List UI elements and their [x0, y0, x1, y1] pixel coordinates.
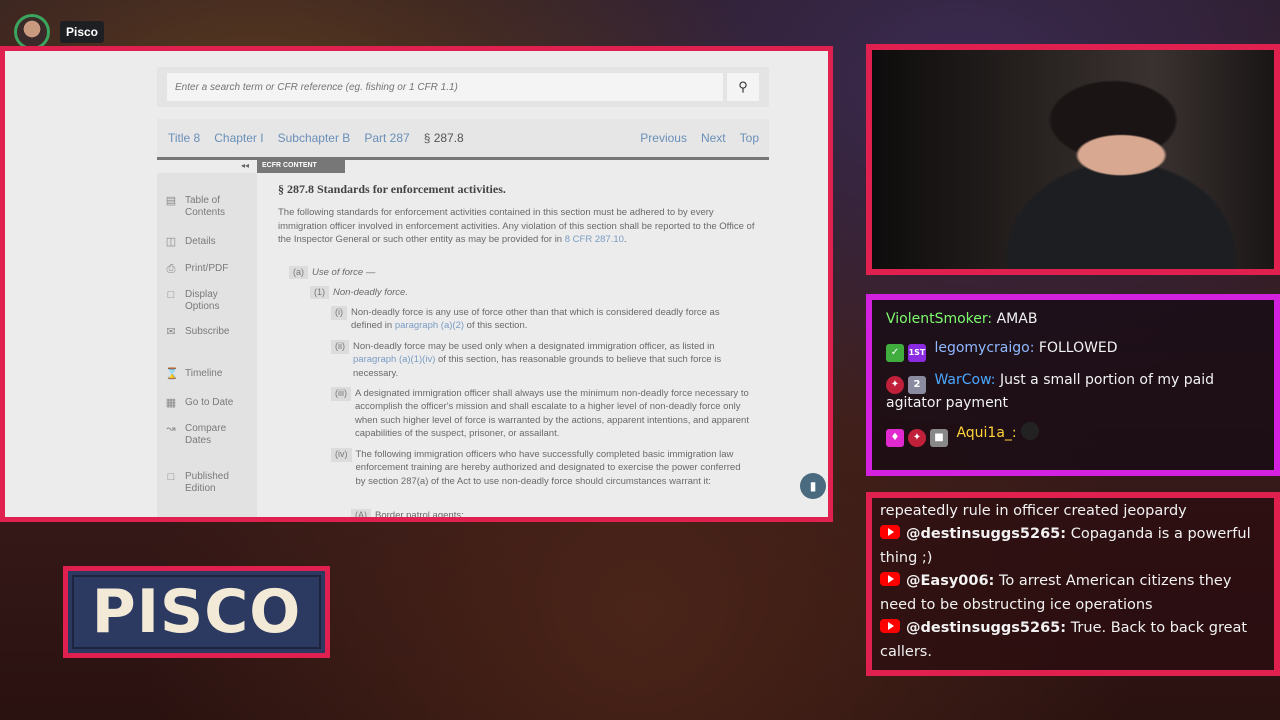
printer-icon: ⎙ [166, 263, 176, 275]
section-title: § 287.8 Standards for enforcement activi… [278, 182, 506, 196]
cfr-link[interactable]: 8 CFR 287.10 [565, 234, 624, 245]
sidebar: ▤ Table of Contents ◫ Details ⎙ Print/PD… [157, 173, 257, 517]
chat-message: ♦ ✦ ■ Aqui1a_: [886, 422, 1260, 448]
breadcrumb-title[interactable]: Title 8 [168, 131, 200, 145]
sidebar-item-label: Timeline [185, 368, 223, 379]
chat-help-button[interactable]: ▮ [800, 473, 826, 499]
chat-username: @Easy006 [906, 573, 989, 590]
youtube-icon [880, 572, 900, 587]
book-icon: ▤ [165, 195, 177, 207]
sidebar-item-label: Compare Dates [185, 423, 227, 446]
paragraph-link[interactable]: paragraph (a)(1)(iv) [353, 354, 435, 365]
paragraph-a1-iv: (iv) The following immigration officers … [331, 448, 751, 488]
chat-message: ✓ 1ST legomycraigo: FOLLOWED [886, 339, 1260, 362]
chat-message: @destinsuggs5265: True. Back to back gre… [880, 619, 1248, 660]
twitch-chat: ViolentSmoker: AMAB ✓ 1ST legomycraigo: F… [866, 294, 1280, 476]
sidebar-item-label: Go to Date [185, 397, 234, 408]
sidebar-item-print[interactable]: ⎙ Print/PDF [165, 263, 229, 276]
sidebar-item-display-options[interactable]: □ Display Options [165, 289, 235, 312]
chat-icon: ▮ [809, 479, 817, 493]
hype-badge-icon: ✦ [908, 429, 926, 448]
sidebar-item-published-edition[interactable]: □ Published Edition [165, 471, 235, 494]
paragraph-a1: (1) Non-deadly force. [310, 286, 750, 299]
search-bar: ⚲ [157, 67, 769, 107]
chat-message-partial: repeatedly rule in officer created jeopa… [880, 503, 1187, 519]
chat-username: Aqui1a_ [956, 425, 1012, 442]
chat-text: AMAB [996, 311, 1038, 327]
gem-badge-icon: ♦ [886, 429, 904, 448]
sidebar-item-label: Print/PDF [185, 263, 229, 274]
breadcrumb-part[interactable]: Part 287 [364, 131, 409, 145]
top-link[interactable]: Top [740, 131, 759, 145]
published-icon: □ [167, 471, 175, 483]
sub-badge-icon: ■ [930, 429, 948, 448]
paragraph-a1-iii: (iii) A designated immigration officer s… [331, 387, 751, 441]
chat-username: @destinsuggs5265 [906, 620, 1061, 637]
search-input[interactable] [167, 73, 723, 101]
ecfr-content-tab: ECFR CONTENT [257, 160, 345, 173]
search-button[interactable]: ⚲ [727, 73, 759, 101]
collapse-sidebar-icon[interactable]: ◂◂ [241, 161, 249, 170]
logo-text: PISCO [91, 577, 302, 647]
sidebar-item-go-to-date[interactable]: ▦ Go to Date [165, 397, 234, 410]
sidebar-item-label: Table of Contents [185, 195, 226, 218]
youtube-icon [880, 525, 900, 540]
paragraph-a1-iv-A: (A) Border patrol agents; [351, 509, 751, 517]
first-badge-icon: 1ST [908, 343, 926, 362]
youtube-icon [880, 619, 900, 634]
paragraph-a1-i: (i) Non-deadly force is any use of force… [331, 306, 751, 333]
voice-username: Pisco [60, 21, 105, 43]
calendar-icon: ▦ [165, 397, 177, 409]
next-link[interactable]: Next [701, 131, 726, 145]
sidebar-item-label: Details [185, 236, 216, 247]
breadcrumb-current: § 287.8 [423, 131, 464, 145]
voice-user-pisco: Pisco [14, 14, 105, 50]
paragraph-a1-ii: (ii) Non-deadly force may be used only w… [331, 340, 751, 380]
hourglass-icon: ⌛ [165, 368, 179, 380]
mail-icon: ✉ [166, 326, 176, 338]
sidebar-item-compare-dates[interactable]: ↝ Compare Dates [165, 423, 235, 446]
streamer-logo: PISCO [63, 566, 330, 658]
search-icon: ⚲ [738, 79, 748, 94]
webcam-feed [866, 44, 1280, 275]
details-icon: ◫ [165, 236, 177, 248]
chat-text: FOLLOWED [1038, 339, 1118, 356]
breadcrumb-chapter[interactable]: Chapter I [214, 131, 263, 145]
chat-username: WarCow [934, 371, 991, 388]
compare-icon: ↝ [166, 423, 176, 435]
chat-username: legomycraigo [934, 339, 1030, 356]
sidebar-item-label: Subscribe [185, 326, 230, 337]
chat-message: ViolentSmoker: AMAB [886, 311, 1038, 327]
verified-badge-icon: ✓ [886, 343, 904, 362]
chat-message: ✦ 2 WarCow: Just a small portion of my pa… [886, 371, 1214, 411]
document-icon: □ [167, 289, 175, 301]
sidebar-item-subscribe[interactable]: ✉ Subscribe [165, 326, 229, 339]
breadcrumb-subchapter[interactable]: Subchapter B [278, 131, 351, 145]
sidebar-item-timeline[interactable]: ⌛ Timeline [165, 368, 222, 381]
regulation-content: § 287.8 Standards for enforcement activi… [267, 181, 763, 246]
paragraph-link[interactable]: paragraph (a)(2) [395, 320, 464, 331]
chat-message: @Easy006: To arrest American citizens th… [880, 572, 1232, 613]
sidebar-item-label: Display Options [185, 289, 220, 312]
youtube-chat: repeatedly rule in officer created jeopa… [866, 492, 1280, 676]
hype-badge-icon: ✦ [886, 375, 904, 394]
breadcrumb: Title 8 Chapter I Subchapter B Part 287 … [157, 119, 769, 157]
chat-username: ViolentSmoker [886, 311, 988, 327]
section-intro: The following standards for enforcement … [278, 207, 755, 245]
content-divider [157, 157, 769, 160]
gift-badge-icon: 2 [908, 375, 926, 394]
sidebar-item-label: Published Edition [185, 471, 229, 494]
paragraph-a: (a) Use of force — [289, 266, 749, 279]
previous-link[interactable]: Previous [640, 131, 687, 145]
sidebar-item-table-of-contents[interactable]: ▤ Table of Contents [165, 195, 245, 218]
chat-message: @destinsuggs5265: Copaganda is a powerfu… [880, 525, 1251, 566]
sidebar-item-details[interactable]: ◫ Details [165, 236, 216, 249]
screen-capture: ⚲ Title 8 Chapter I Subchapter B Part 28… [0, 46, 833, 522]
pisco-avatar [14, 14, 50, 50]
emote-icon [1021, 422, 1040, 441]
section-nav: Previous Next Top [640, 131, 769, 145]
chat-username: @destinsuggs5265 [906, 526, 1061, 543]
